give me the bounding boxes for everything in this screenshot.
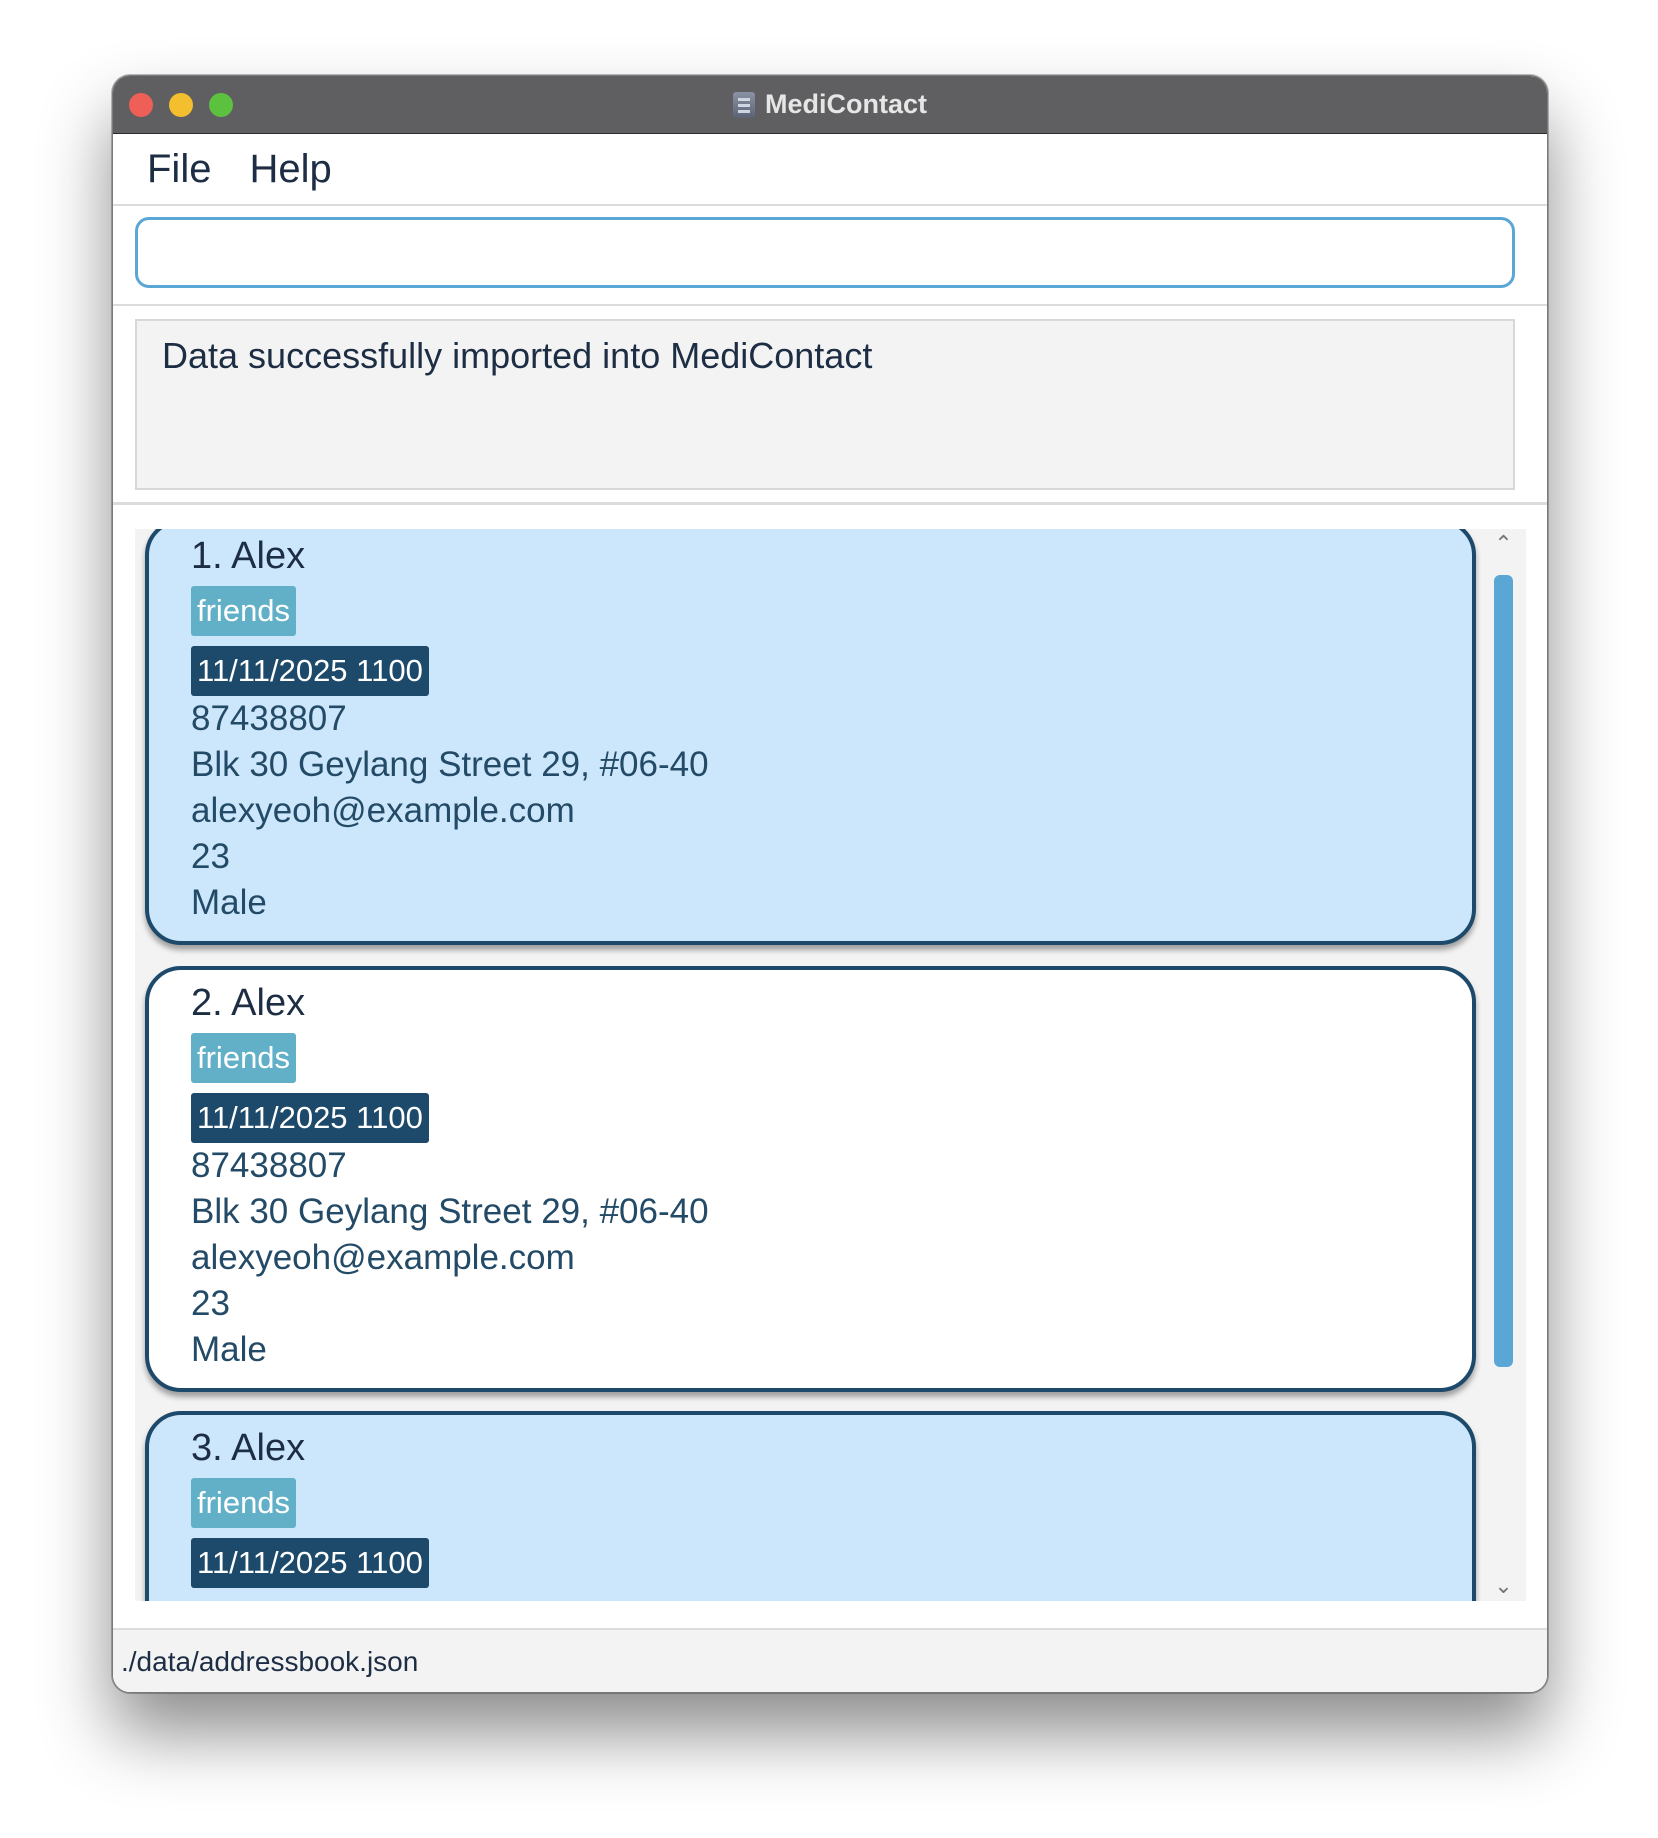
person-address: Blk 30 Geylang Street 29, #06-40 xyxy=(191,745,709,784)
person-age: 23 xyxy=(191,837,230,876)
app-icon xyxy=(733,91,755,118)
person-card[interactable]: 3. Alex friends 11/11/2025 1100 xyxy=(145,1411,1476,1601)
status-bar: ./data/addressbook.json xyxy=(113,1628,1547,1692)
chevron-down-icon[interactable]: ⌄ xyxy=(1481,1571,1526,1601)
person-card[interactable]: 1. Alex friends 11/11/2025 1100 87438807… xyxy=(145,529,1476,945)
app-window: MediContact File Help Data successfully … xyxy=(112,75,1548,1693)
result-display: Data successfully imported into MediCont… xyxy=(135,319,1515,490)
tag-badge: friends xyxy=(191,1478,297,1528)
vertical-scrollbar[interactable]: ⌃ ⌄ xyxy=(1481,529,1526,1601)
result-area: Data successfully imported into MediCont… xyxy=(113,306,1547,505)
appointment-badge: 11/11/2025 1100 xyxy=(191,1093,429,1143)
person-sex: Male xyxy=(191,883,267,922)
person-name: 2. Alex xyxy=(191,982,306,1024)
window-title: MediContact xyxy=(765,89,927,119)
appointment-badge: 11/11/2025 1100 xyxy=(191,1538,429,1588)
person-address: Blk 30 Geylang Street 29, #06-40 xyxy=(191,1192,709,1231)
tag-badge: friends xyxy=(191,1033,297,1083)
title-bar: MediContact xyxy=(113,76,1547,134)
result-message: Data successfully imported into MediCont… xyxy=(162,335,873,376)
person-phone: 87438807 xyxy=(191,1146,347,1185)
scrollbar-thumb[interactable] xyxy=(1494,575,1513,1367)
command-area xyxy=(113,206,1547,306)
person-card[interactable]: 2. Alex friends 11/11/2025 1100 87438807… xyxy=(145,966,1476,1392)
person-sex: Male xyxy=(191,1330,267,1369)
command-input[interactable] xyxy=(135,217,1515,288)
save-location: ./data/addressbook.json xyxy=(121,1646,419,1677)
appointment-badge: 11/11/2025 1100 xyxy=(191,646,429,696)
menu-bar: File Help xyxy=(113,134,1547,206)
person-name: 1. Alex xyxy=(191,535,306,577)
person-email: alexyeoh@example.com xyxy=(191,791,575,830)
person-email: alexyeoh@example.com xyxy=(191,1238,575,1277)
person-list[interactable]: 1. Alex friends 11/11/2025 1100 87438807… xyxy=(135,529,1526,1601)
title-wrap: MediContact xyxy=(113,76,1547,133)
person-phone: 87438807 xyxy=(191,699,347,738)
menu-file[interactable]: File xyxy=(147,147,211,192)
person-age: 23 xyxy=(191,1284,230,1323)
chevron-up-icon[interactable]: ⌃ xyxy=(1481,529,1526,559)
person-name: 3. Alex xyxy=(191,1427,306,1469)
menu-help[interactable]: Help xyxy=(249,147,331,192)
tag-badge: friends xyxy=(191,586,297,636)
